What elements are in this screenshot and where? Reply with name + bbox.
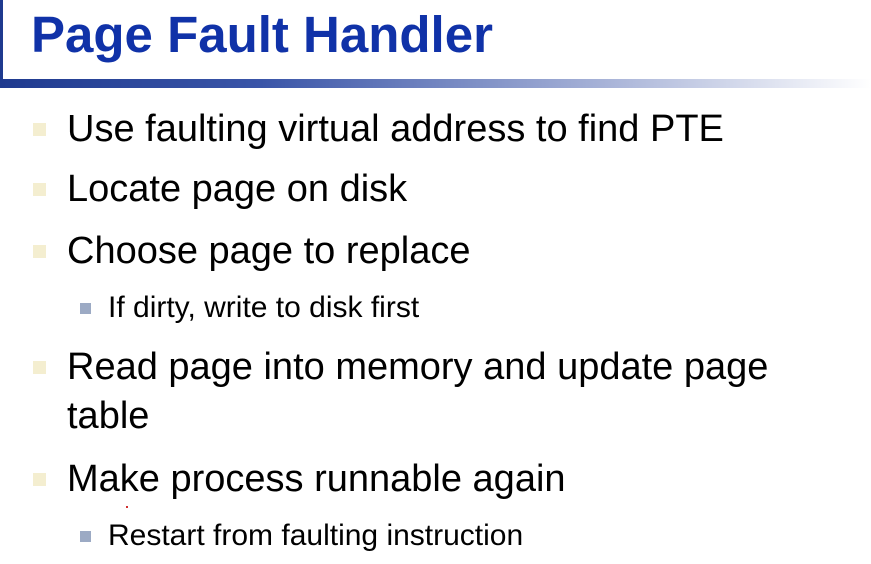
bullet-list: Use faulting virtual address to find PTE… [0, 0, 871, 564]
bullet-text-continuation: table [67, 395, 150, 437]
pointer-dot [126, 506, 128, 508]
bullet-text: Choose page to replace [67, 230, 471, 272]
square-bullet-icon [33, 123, 46, 136]
square-bullet-icon [33, 245, 46, 258]
bullet-text: Make process runnable again [67, 458, 566, 500]
square-bullet-icon [33, 473, 46, 486]
bullet-text: Use faulting virtual address to find PTE [67, 108, 724, 150]
square-bullet-icon [33, 183, 46, 196]
square-sub-bullet-icon [80, 531, 91, 542]
sub-bullet-text: Restart from faulting instruction [108, 519, 524, 552]
sub-bullet-text: If dirty, write to disk first [108, 291, 420, 324]
square-sub-bullet-icon [80, 303, 91, 314]
bullet-text: Read page into memory and update page [67, 346, 769, 388]
square-bullet-icon [33, 361, 46, 374]
bullet-text: Locate page on disk [67, 168, 408, 210]
